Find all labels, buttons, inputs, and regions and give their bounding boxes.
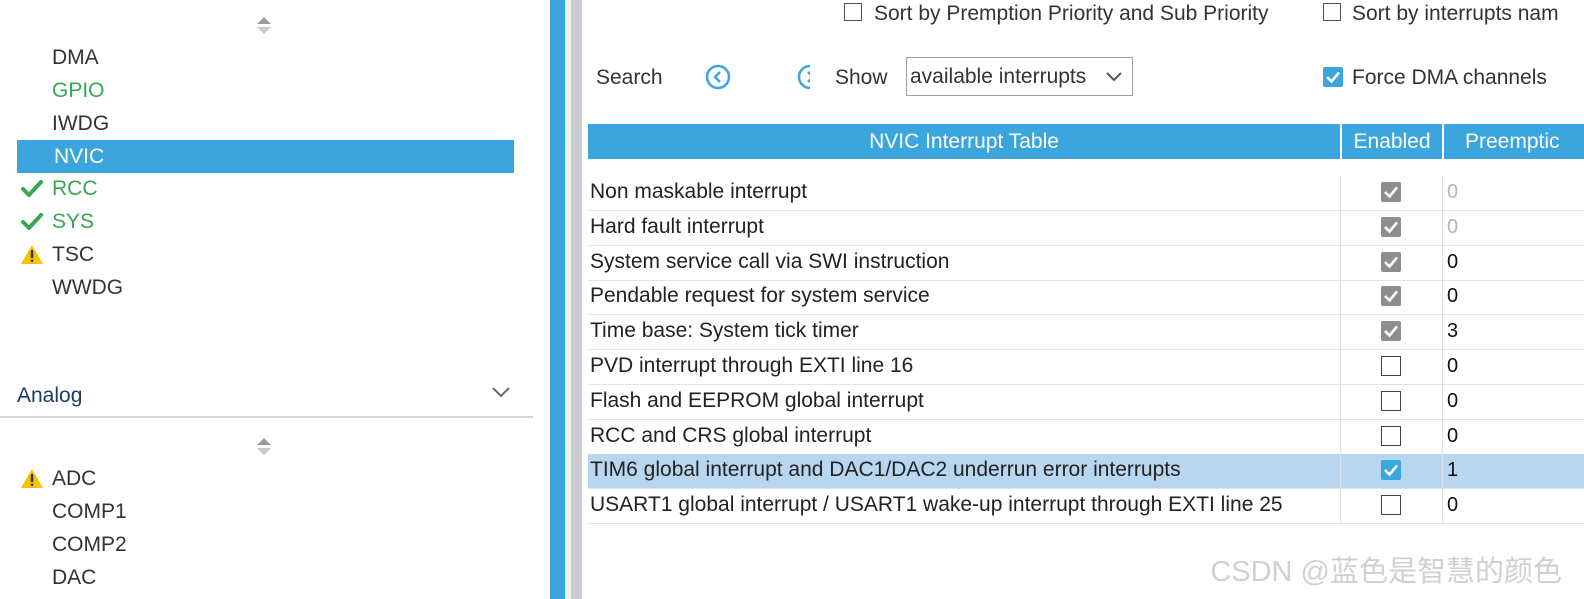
chevron-down-icon[interactable] — [490, 382, 512, 407]
sidebar-item-rcc[interactable]: RCC — [17, 172, 514, 205]
sort-toggle-icon[interactable] — [257, 15, 271, 37]
interrupt-name: USART1 global interrupt / USART1 wake-up… — [590, 493, 1283, 516]
preemption-priority-value[interactable]: 3 — [1447, 320, 1458, 343]
sidebar-item-label: TSC — [52, 243, 94, 266]
enabled-checkbox — [1381, 217, 1401, 237]
sidebar-item-label: WWDG — [52, 276, 124, 299]
sort-priority-label: Sort by Premption Priority and Sub Prior… — [874, 2, 1269, 25]
sidebar-item-sys[interactable]: SYS — [17, 205, 514, 238]
table-row[interactable]: RCC and CRS global interrupt 0 — [588, 420, 1584, 455]
force-dma-label: Force DMA channels — [1352, 66, 1547, 89]
enabled-checkbox — [1381, 252, 1401, 272]
interrupt-name: Non maskable interrupt — [590, 180, 808, 203]
sidebar-item-dac[interactable]: DAC — [17, 561, 514, 594]
sidebar-item-nvic[interactable]: NVIC — [17, 140, 514, 173]
scrollbar-track[interactable] — [571, 0, 582, 599]
sidebar-item-label: RCC — [52, 177, 98, 200]
table-row[interactable]: TIM6 global interrupt and DAC1/DAC2 unde… — [588, 454, 1584, 489]
sidebar-item-adc[interactable]: ADC — [17, 462, 514, 495]
sidebar-item-label: DAC — [52, 566, 97, 589]
panel-splitter[interactable] — [550, 0, 565, 599]
show-filter-select[interactable]: available interrupts — [906, 57, 1133, 96]
enabled-checkbox — [1381, 321, 1401, 341]
sidebar-item-gpio[interactable]: GPIO — [17, 74, 514, 107]
check-icon — [20, 205, 44, 238]
sidebar-item-label: COMP1 — [52, 500, 127, 523]
sidebar-item-label: COMP2 — [52, 533, 127, 556]
sidebar-item-wwdg[interactable]: WWDG — [17, 271, 514, 304]
enabled-checkbox[interactable] — [1381, 460, 1401, 480]
sort-toggle-icon[interactable] — [257, 436, 271, 458]
preemption-priority-value[interactable]: 0 — [1447, 216, 1458, 239]
search-previous-icon[interactable] — [704, 63, 732, 96]
sidebar-item-comp1[interactable]: COMP1 — [17, 495, 514, 528]
interrupt-name: Pendable request for system service — [590, 284, 930, 307]
column-header-preemption[interactable]: Preemptic — [1444, 124, 1584, 159]
sort-name-checkbox[interactable] — [1323, 3, 1341, 21]
table-row[interactable]: USART1 global interrupt / USART1 wake-up… — [588, 489, 1584, 524]
sidebar-item-label: ADC — [52, 467, 97, 490]
column-header-enabled[interactable]: Enabled — [1342, 124, 1442, 159]
interrupt-name: System service call via SWI instruction — [590, 250, 950, 273]
interrupt-name: TIM6 global interrupt and DAC1/DAC2 unde… — [590, 458, 1181, 481]
table-row[interactable]: Flash and EEPROM global interrupt 0 — [588, 385, 1584, 420]
warning-icon — [20, 462, 44, 495]
table-row[interactable]: PVD interrupt through EXTI line 16 0 — [588, 350, 1584, 385]
enabled-checkbox — [1381, 182, 1401, 202]
interrupt-name: PVD interrupt through EXTI line 16 — [590, 354, 914, 377]
nvic-table-header: NVIC Interrupt Table Enabled Preemptic — [588, 124, 1584, 159]
preemption-priority-value[interactable]: 0 — [1447, 425, 1458, 448]
interrupt-name: RCC and CRS global interrupt — [590, 424, 872, 447]
show-filter-value: available interrupts — [910, 65, 1087, 88]
enabled-checkbox — [1381, 286, 1401, 306]
interrupt-name: Hard fault interrupt — [590, 215, 764, 238]
enabled-checkbox[interactable] — [1381, 426, 1401, 446]
sidebar-item-tsc[interactable]: TSC — [17, 238, 514, 271]
sort-priority-checkbox[interactable] — [844, 3, 862, 21]
sidebar-item-label: DMA — [52, 46, 99, 69]
show-label: Show — [835, 66, 888, 89]
preemption-priority-value[interactable]: 0 — [1447, 390, 1458, 413]
sidebar-item-label: GPIO — [52, 79, 105, 102]
preemption-priority-value[interactable]: 0 — [1447, 494, 1458, 517]
sidebar-item-comp2[interactable]: COMP2 — [17, 528, 514, 561]
search-label: Search — [596, 66, 663, 89]
enabled-checkbox[interactable] — [1381, 356, 1401, 376]
sidebar-item-label: SYS — [52, 210, 95, 233]
preemption-priority-value[interactable]: 0 — [1447, 181, 1458, 204]
preemption-priority-value[interactable]: 0 — [1447, 285, 1458, 308]
preemption-priority-value[interactable]: 0 — [1447, 355, 1458, 378]
check-icon — [20, 172, 44, 205]
preemption-priority-value[interactable]: 1 — [1447, 459, 1458, 482]
category-analog-header[interactable]: Analog — [0, 380, 533, 418]
table-row[interactable]: Hard fault interrupt 0 — [588, 211, 1584, 246]
watermark-text: CSDN @蓝色是智慧的颜色 — [1210, 556, 1562, 588]
peripheral-tree-panel: DMA GPIO IWDG NVIC RCC SYS TSC WWDG Anal… — [0, 0, 550, 599]
sidebar-item-dma[interactable]: DMA — [17, 41, 514, 74]
preemption-priority-value[interactable]: 0 — [1447, 251, 1458, 274]
column-header-interrupt[interactable]: NVIC Interrupt Table — [588, 124, 1340, 159]
table-row[interactable]: Pendable request for system service 0 — [588, 280, 1584, 315]
enabled-checkbox[interactable] — [1381, 495, 1401, 515]
enabled-checkbox[interactable] — [1381, 391, 1401, 411]
sidebar-item-label: IWDG — [52, 112, 110, 135]
interrupt-name: Time base: System tick timer — [590, 319, 859, 342]
table-row[interactable]: Time base: System tick timer 3 — [588, 315, 1584, 350]
nvic-configuration-panel: Sort by Premption Priority and Sub Prior… — [582, 0, 1584, 599]
sidebar-item-iwdg[interactable]: IWDG — [17, 107, 514, 140]
table-row[interactable]: System service call via SWI instruction 0 — [588, 246, 1584, 281]
category-title: Analog — [17, 384, 83, 407]
table-row[interactable]: Non maskable interrupt 0 — [588, 176, 1584, 211]
warning-icon — [20, 238, 44, 271]
search-next-icon[interactable] — [796, 63, 810, 91]
sort-name-label: Sort by interrupts nam — [1352, 2, 1559, 25]
sidebar-item-label: NVIC — [54, 145, 105, 168]
chevron-down-icon — [1104, 67, 1124, 92]
force-dma-checkbox[interactable] — [1323, 67, 1343, 87]
interrupt-name: Flash and EEPROM global interrupt — [590, 389, 924, 412]
